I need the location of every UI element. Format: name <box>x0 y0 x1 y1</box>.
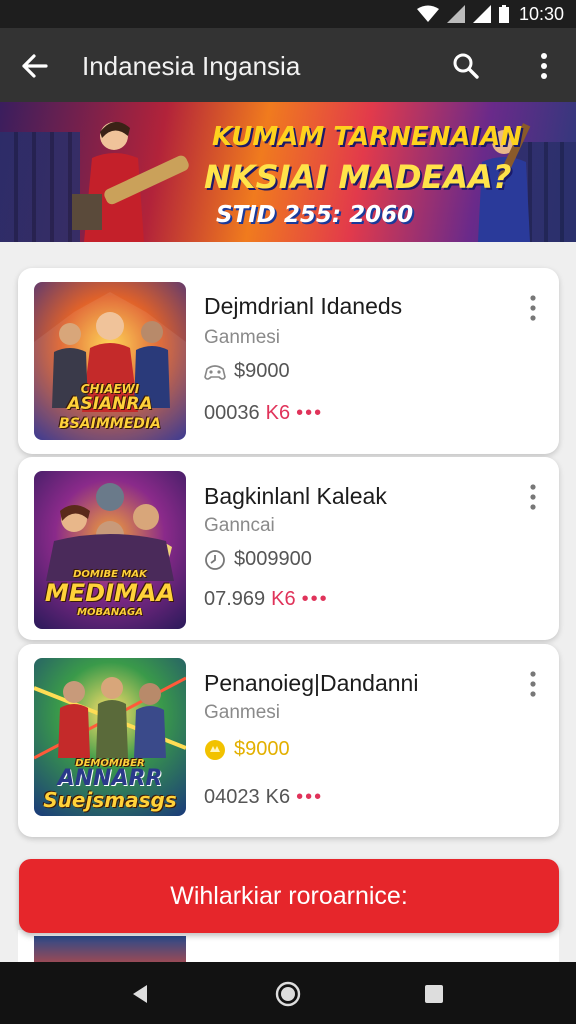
more-vert-icon <box>530 484 536 510</box>
price-row: $9000 <box>204 360 290 383</box>
game-price: $009900 <box>234 548 312 570</box>
app-bar: Indanesia Ingansia <box>0 28 576 102</box>
thumbnail-caption-mid: MEDIMAA <box>44 579 176 607</box>
size-badge: K6 <box>265 402 291 424</box>
home-circle-icon <box>275 981 301 1007</box>
more-vert-icon <box>541 53 547 79</box>
more-vert-icon <box>530 295 536 321</box>
game-thumbnail: DOMIBE MAK MEDIMAA MOBANAGA <box>34 471 186 629</box>
search-icon <box>453 53 479 79</box>
game-title[interactable]: Bagkinlanl Kaleak <box>204 483 387 510</box>
game-card[interactable]: CHIAEWI ASIANRA BSAIMMEDIA Dejmdrianl Id… <box>18 268 559 454</box>
banner-hero-left-image <box>72 121 189 242</box>
game-title[interactable]: Penanoieg|Dandanni <box>204 670 418 697</box>
game-downloads: 07.969 <box>204 588 266 610</box>
game-downloads: 00036 <box>204 402 260 424</box>
signal-icon-2 <box>472 5 491 23</box>
stats-row: 07.969 K6 ••• <box>204 588 329 611</box>
banner-headline-2: NKSIAI MADEAA? <box>204 158 512 196</box>
gamepad-icon <box>204 361 226 383</box>
coin-icon <box>204 739 226 761</box>
game-price: $9000 <box>234 738 290 760</box>
search-button[interactable] <box>446 46 486 86</box>
card-menu-button[interactable] <box>521 666 545 702</box>
ellipsis-dots-icon: ••• <box>301 588 329 610</box>
back-button[interactable] <box>14 46 54 86</box>
status-bar: 10:30 <box>0 0 576 28</box>
stats-row: 04023 K6 ••• <box>204 786 323 809</box>
price-row: $9000 <box>204 738 290 761</box>
banner-subline: STID 255: 2060 <box>216 202 414 228</box>
game-category: Ganmesi <box>204 327 281 348</box>
triangle-back-icon <box>133 985 147 1003</box>
status-icons: 10:30 <box>416 3 564 24</box>
overflow-menu-button[interactable] <box>524 46 564 86</box>
ellipsis-dots-icon: ••• <box>296 402 324 424</box>
cta-button[interactable]: Wihlarkiar roroarnice: <box>19 859 559 933</box>
game-downloads: 04023 <box>204 786 260 808</box>
game-thumbnail: DEMOMIBER ANNARR Suejsmasgs <box>34 658 186 816</box>
banner-headline-1: KUMAM TARNENAIAN <box>212 122 523 152</box>
game-category: Ganncai <box>204 515 275 536</box>
thumbnail-caption-bottom: Suejsmasgs <box>43 788 177 812</box>
thumbnail-caption-bottom: MOBANAGA <box>77 607 143 618</box>
square-recents-icon <box>425 985 443 1003</box>
thumbnail-caption-bottom: BSAIMMEDIA <box>59 416 161 432</box>
arrow-left-icon <box>22 54 48 78</box>
game-thumbnail: CHIAEWI ASIANRA BSAIMMEDIA <box>34 282 186 440</box>
more-vert-icon <box>530 671 536 697</box>
nav-back-button[interactable] <box>120 974 160 1014</box>
game-category: Ganmesi <box>204 702 281 723</box>
ellipsis-dots-icon: ••• <box>296 786 324 808</box>
stats-row: 00036 K6 ••• <box>204 402 323 425</box>
game-title[interactable]: Dejmdrianl Idaneds <box>204 293 402 320</box>
card-menu-button[interactable] <box>521 479 545 515</box>
card-menu-button[interactable] <box>521 290 545 326</box>
price-row: $009900 <box>204 548 312 571</box>
wifi-icon <box>416 5 439 22</box>
clock-icon <box>204 549 226 571</box>
page-title: Indanesia Ingansia <box>82 51 301 81</box>
promo-banner[interactable]: KUMAM TARNENAIAN NKSIAI MADEAA? STID 255… <box>0 102 576 242</box>
game-card[interactable]: DEMOMIBER ANNARR Suejsmasgs Penanoieg|Da… <box>18 644 559 837</box>
game-price: $9000 <box>234 360 290 382</box>
system-nav-bar <box>0 962 576 1024</box>
battery-icon <box>498 5 509 23</box>
thumbnail-caption-mid: ASIANRA <box>67 394 153 414</box>
game-card[interactable]: DOMIBE MAK MEDIMAA MOBANAGA Bagkinlanl K… <box>18 457 559 640</box>
size-badge: K6 <box>271 588 296 610</box>
nav-home-button[interactable] <box>268 974 308 1014</box>
status-time: 10:30 <box>518 3 564 24</box>
nav-recents-button[interactable] <box>414 974 454 1014</box>
signal-icon <box>446 5 465 23</box>
size-badge: K6 <box>265 786 291 808</box>
